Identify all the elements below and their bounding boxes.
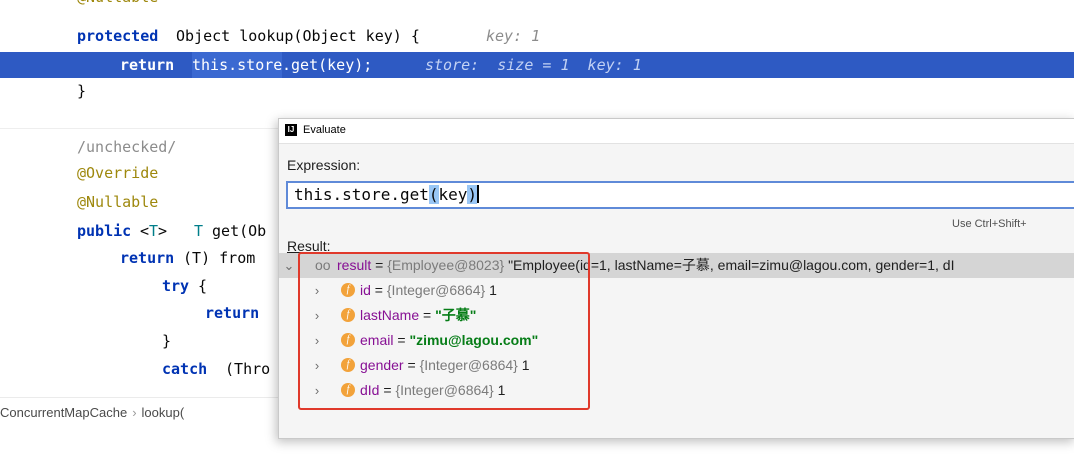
tree-row-did[interactable]: › f dId = {Integer@6864} 1 [279, 378, 1074, 403]
var-name: id [360, 282, 371, 298]
inline-debug-hint: key: 1 [486, 27, 541, 45]
code-text: { [189, 277, 208, 295]
keyword: catch [162, 360, 208, 378]
keyword: return [205, 304, 260, 322]
var-value: "子慕" [435, 307, 477, 323]
expression-arg: key [438, 185, 468, 204]
code-text: Object lookup(Object key) { [167, 27, 420, 45]
code-text: get(Ob [203, 222, 267, 240]
result-label: Result: [287, 238, 331, 254]
tree-row-text: gender = {Integer@6864} 1 [360, 357, 530, 373]
tree-row-text: email = "zimu@lagou.com" [360, 332, 539, 348]
var-ref: {Employee@8023} [387, 257, 505, 273]
dialog-title: Evaluate [303, 124, 346, 136]
code-text: (Thro [216, 360, 271, 378]
field-icon: f [341, 383, 355, 397]
paren-highlight: ( [428, 185, 439, 204]
field-icon: f [341, 283, 355, 297]
field-icon: f [341, 308, 355, 322]
annotation: @Nullable [77, 193, 159, 211]
inline-debug-hint: store: size = 1 key: 1 [425, 56, 642, 74]
code-text: } [77, 82, 87, 100]
annotation: @Nullable [77, 0, 158, 10]
code-text: (T) from [174, 249, 256, 267]
code-text: .get(key); [282, 56, 373, 74]
comment: /unchecked/ [77, 138, 177, 156]
execution-line: return this.store .get(key); store: size… [0, 52, 1074, 78]
breadcrumb-method[interactable]: lookup( [142, 405, 185, 420]
tree-row-email[interactable]: › f email = "zimu@lagou.com" [279, 328, 1074, 353]
chevron-right-icon[interactable]: › [311, 278, 323, 303]
chevron-right-icon[interactable]: › [311, 353, 323, 378]
keyword: protected [77, 27, 159, 45]
tree-row-id[interactable]: › f id = {Integer@6864} 1 [279, 278, 1074, 303]
tree-row-gender[interactable]: › f gender = {Integer@6864} 1 [279, 353, 1074, 378]
chevron-down-icon[interactable]: ⌄ [283, 253, 295, 278]
var-value: 1 [489, 282, 497, 298]
code-text: } [162, 332, 172, 350]
expression-label: Expression: [287, 157, 361, 173]
var-name: gender [360, 357, 404, 373]
var-name: result [337, 257, 372, 273]
code-line: } [0, 78, 1074, 104]
chevron-right-icon[interactable]: › [311, 378, 323, 403]
code-line: protected Object lookup(Object key) { ke… [0, 23, 1074, 49]
code-text: > [158, 222, 177, 240]
tree-row-text: lastName = "子慕" [360, 307, 477, 323]
var-name: dId [360, 382, 380, 398]
field-icon: f [341, 333, 355, 347]
var-value: "Employee(id=1, lastName=子慕, email=zimu@… [508, 257, 955, 273]
tree-row-text: result = {Employee@8023} "Employee(id=1,… [337, 257, 955, 273]
code-line: @Nullable [0, 0, 1074, 10]
chevron-right-icon[interactable]: › [311, 328, 323, 353]
var-name: lastName [360, 307, 420, 323]
type-param: T [194, 222, 204, 240]
keyword: try [162, 277, 190, 295]
tree-row-lastname[interactable]: › f lastName = "子慕" [279, 303, 1074, 328]
var-ref: {Integer@6864} [395, 382, 494, 398]
keyword: return [120, 56, 175, 74]
object-icon: oo [315, 257, 331, 273]
shortcut-hint: Use Ctrl+Shift+ [952, 218, 1027, 230]
var-value: "zimu@lagou.com" [409, 332, 539, 348]
chevron-right-icon[interactable]: › [311, 303, 323, 328]
var-value: 1 [521, 357, 530, 373]
annotation: @Override [77, 164, 159, 182]
expression-input[interactable]: this.store.get(key) [286, 181, 1074, 209]
evaluate-dialog: IJ Evaluate Expression: this.store.get(k… [278, 118, 1074, 439]
tree-row-text: id = {Integer@6864} 1 [360, 282, 497, 298]
expression-text: this.store.get [294, 185, 429, 204]
breadcrumb: ConcurrentMapCache › lookup( [0, 397, 278, 428]
field-icon: f [341, 358, 355, 372]
var-ref: {Integer@6864} [419, 357, 518, 373]
paren-highlight: ) [467, 185, 478, 204]
keyword: public [77, 222, 132, 240]
var-name: email [360, 332, 394, 348]
code-text-selected: this.store [192, 52, 283, 78]
tree-row-text: dId = {Integer@6864} 1 [360, 382, 506, 398]
text-caret [477, 185, 480, 203]
intellij-icon: IJ [285, 124, 297, 136]
var-ref: {Integer@6864} [386, 282, 486, 298]
var-value: 1 [497, 382, 506, 398]
chevron-right-icon: › [132, 405, 137, 420]
breadcrumb-class[interactable]: ConcurrentMapCache [0, 405, 127, 420]
tree-row-result[interactable]: ⌄ oo result = {Employee@8023} "Employee(… [279, 253, 1074, 278]
code-text: < [131, 222, 150, 240]
keyword: return [120, 249, 175, 267]
dialog-title-bar[interactable]: IJ Evaluate [279, 119, 1074, 144]
type-param: T [149, 222, 159, 240]
